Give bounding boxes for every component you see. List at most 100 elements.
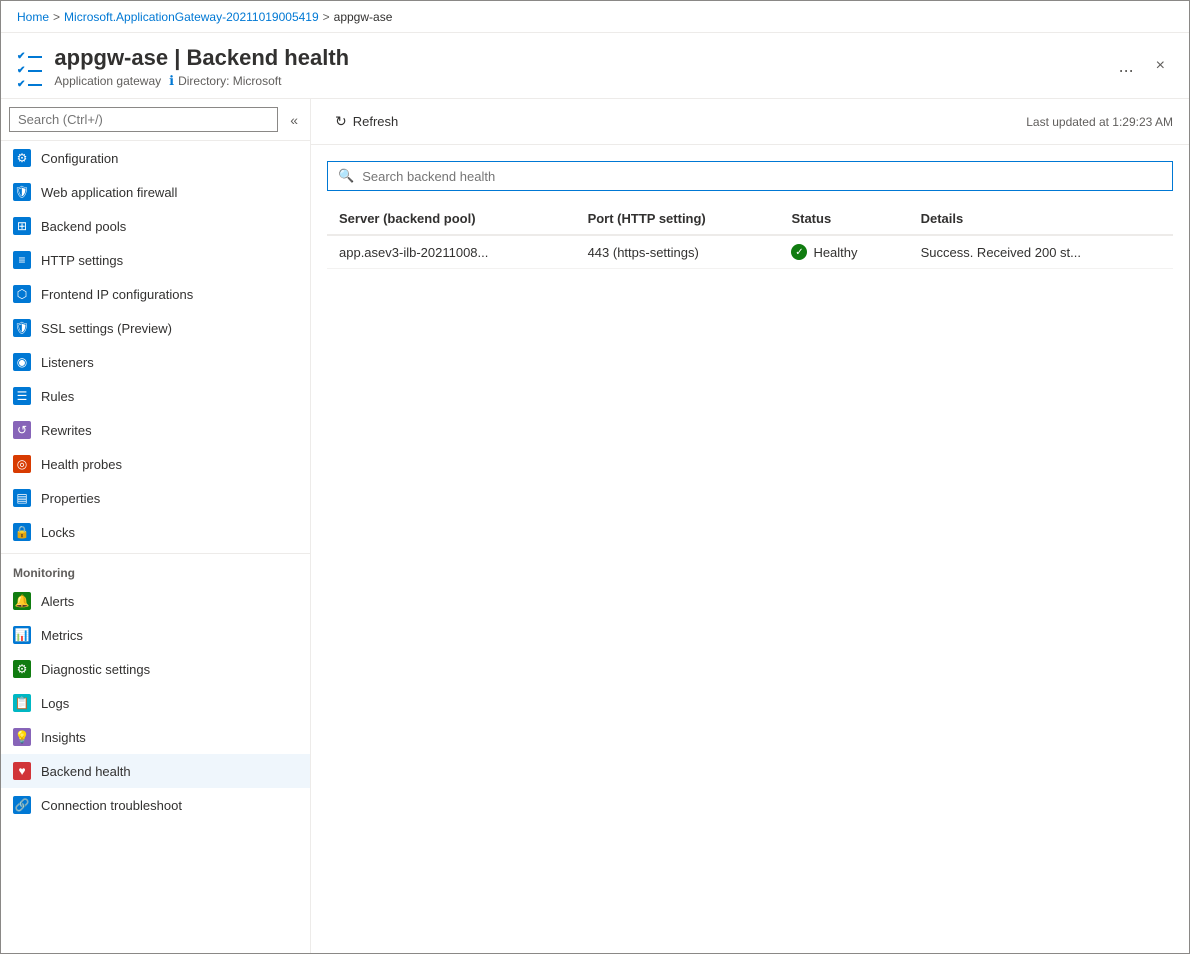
- backend-pools-icon: ⊞: [13, 217, 31, 235]
- last-updated-text: Last updated at 1:29:23 AM: [1026, 115, 1173, 129]
- content-area: ↻ Refresh Last updated at 1:29:23 AM 🔍 S…: [311, 99, 1189, 953]
- sidebar-item-health-probes[interactable]: ◎ Health probes: [1, 447, 310, 481]
- refresh-label: Refresh: [353, 114, 399, 129]
- sidebar-label-ssl-settings: SSL settings (Preview): [41, 321, 172, 336]
- content-body: 🔍 Server (backend pool) Port (HTTP setti…: [311, 145, 1189, 953]
- close-button[interactable]: ×: [1148, 53, 1173, 79]
- sidebar-label-logs: Logs: [41, 696, 69, 711]
- sidebar-label-insights: Insights: [41, 730, 86, 745]
- sidebar-item-configuration[interactable]: ⚙ Configuration: [1, 141, 310, 175]
- breadcrumb-sep-2: >: [323, 10, 330, 24]
- cell-status: ✓ Healthy: [779, 235, 908, 269]
- sidebar-item-alerts[interactable]: 🔔 Alerts: [1, 584, 310, 618]
- sidebar-label-waf: Web application firewall: [41, 185, 177, 200]
- sidebar-item-backend-pools[interactable]: ⊞ Backend pools: [1, 209, 310, 243]
- top-bar: Home > Microsoft.ApplicationGateway-2021…: [1, 1, 1189, 33]
- sidebar-item-connection-troubleshoot[interactable]: 🔗 Connection troubleshoot: [1, 788, 310, 822]
- search-icon: 🔍: [338, 168, 354, 184]
- insights-icon: 💡: [13, 728, 31, 746]
- sidebar-item-listeners[interactable]: ◉ Listeners: [1, 345, 310, 379]
- sidebar-label-backend-pools: Backend pools: [41, 219, 126, 234]
- sidebar-label-locks: Locks: [41, 525, 75, 540]
- sidebar-item-backend-health[interactable]: ♥ Backend health: [1, 754, 310, 788]
- diagnostic-settings-icon: ⚙: [13, 660, 31, 678]
- table-row: app.asev3-ilb-20211008... 443 (https-set…: [327, 235, 1173, 269]
- breadcrumb-gateway[interactable]: Microsoft.ApplicationGateway-20211019005…: [64, 10, 319, 24]
- sidebar-item-insights[interactable]: 💡 Insights: [1, 720, 310, 754]
- status-dot: ✓: [791, 244, 807, 260]
- col-details: Details: [909, 203, 1173, 235]
- app-window: Home > Microsoft.ApplicationGateway-2021…: [0, 0, 1190, 954]
- table-header: Server (backend pool) Port (HTTP setting…: [327, 203, 1173, 235]
- backend-health-table: Server (backend pool) Port (HTTP setting…: [327, 203, 1173, 269]
- more-options-button[interactable]: ...: [1113, 54, 1140, 79]
- http-settings-icon: ≡: [13, 251, 31, 269]
- title-block: appgw-ase | Backend health Application g…: [54, 45, 349, 89]
- directory-label: Directory: Microsoft: [178, 74, 281, 88]
- status-label: Healthy: [813, 245, 857, 260]
- refresh-button[interactable]: ↻ Refresh: [327, 109, 406, 134]
- rules-icon: ☰: [13, 387, 31, 405]
- monitoring-section-header: Monitoring: [1, 553, 310, 584]
- resource-type-label: Application gateway: [54, 74, 161, 88]
- info-icon: ℹ: [169, 73, 174, 89]
- sidebar-item-frontend-ip[interactable]: ⬡ Frontend IP configurations: [1, 277, 310, 311]
- col-port: Port (HTTP setting): [576, 203, 780, 235]
- page-header: ✔ ✔ ✔ appgw-ase | Backend health Applica…: [1, 33, 1189, 99]
- search-input[interactable]: [9, 107, 278, 132]
- cell-server: app.asev3-ilb-20211008...: [327, 235, 576, 269]
- sidebar-label-configuration: Configuration: [41, 151, 118, 166]
- sidebar-item-diagnostic-settings[interactable]: ⚙ Diagnostic settings: [1, 652, 310, 686]
- backend-health-icon: ♥: [13, 762, 31, 780]
- sidebar-label-properties: Properties: [41, 491, 100, 506]
- sidebar-item-rewrites[interactable]: ↺ Rewrites: [1, 413, 310, 447]
- sidebar-label-metrics: Metrics: [41, 628, 83, 643]
- metrics-icon: 📊: [13, 626, 31, 644]
- breadcrumb-home[interactable]: Home: [17, 10, 49, 24]
- alerts-icon: 🔔: [13, 592, 31, 610]
- sidebar-label-rules: Rules: [41, 389, 74, 404]
- sidebar-label-frontend-ip: Frontend IP configurations: [41, 287, 193, 302]
- backend-health-search-input[interactable]: [362, 169, 1162, 184]
- sidebar-item-http-settings[interactable]: ≡ HTTP settings: [1, 243, 310, 277]
- sidebar-label-listeners: Listeners: [41, 355, 94, 370]
- sidebar-item-ssl-settings[interactable]: 🛡 SSL settings (Preview): [1, 311, 310, 345]
- refresh-icon: ↻: [335, 113, 347, 130]
- sidebar-label-diagnostic-settings: Diagnostic settings: [41, 662, 150, 677]
- col-server: Server (backend pool): [327, 203, 576, 235]
- sidebar-label-connection-troubleshoot: Connection troubleshoot: [41, 798, 182, 813]
- breadcrumb: Home > Microsoft.ApplicationGateway-2021…: [17, 10, 392, 24]
- main-layout: « ⚙ Configuration 🛡 Web application fire…: [1, 99, 1189, 953]
- directory-info: ℹ Directory: Microsoft: [169, 73, 281, 89]
- sidebar-item-logs[interactable]: 📋 Logs: [1, 686, 310, 720]
- connection-troubleshoot-icon: 🔗: [13, 796, 31, 814]
- sidebar-item-waf[interactable]: 🛡 Web application firewall: [1, 175, 310, 209]
- sidebar-label-backend-health: Backend health: [41, 764, 131, 779]
- sidebar: « ⚙ Configuration 🛡 Web application fire…: [1, 99, 311, 953]
- sidebar-label-http-settings: HTTP settings: [41, 253, 123, 268]
- frontend-ip-icon: ⬡: [13, 285, 31, 303]
- col-status: Status: [779, 203, 908, 235]
- ssl-settings-icon: 🛡: [13, 319, 31, 337]
- health-probes-icon: ◎: [13, 455, 31, 473]
- resource-icon: ✔ ✔ ✔: [17, 45, 42, 90]
- content-toolbar: ↻ Refresh Last updated at 1:29:23 AM: [311, 99, 1189, 145]
- sidebar-item-locks[interactable]: 🔒 Locks: [1, 515, 310, 549]
- page-title: appgw-ase | Backend health: [54, 45, 349, 71]
- cell-details: Success. Received 200 st...: [909, 235, 1173, 269]
- configuration-icon: ⚙: [13, 149, 31, 167]
- sidebar-nav: ⚙ Configuration 🛡 Web application firewa…: [1, 141, 310, 953]
- waf-icon: 🛡: [13, 183, 31, 201]
- sidebar-search-bar: «: [1, 99, 310, 141]
- sidebar-item-properties[interactable]: ▤ Properties: [1, 481, 310, 515]
- breadcrumb-sep-1: >: [53, 10, 60, 24]
- rewrites-icon: ↺: [13, 421, 31, 439]
- properties-icon: ▤: [13, 489, 31, 507]
- sidebar-item-metrics[interactable]: 📊 Metrics: [1, 618, 310, 652]
- backend-health-search: 🔍: [327, 161, 1173, 191]
- collapse-button[interactable]: «: [286, 108, 302, 132]
- sidebar-label-rewrites: Rewrites: [41, 423, 92, 438]
- sidebar-item-rules[interactable]: ☰ Rules: [1, 379, 310, 413]
- locks-icon: 🔒: [13, 523, 31, 541]
- listeners-icon: ◉: [13, 353, 31, 371]
